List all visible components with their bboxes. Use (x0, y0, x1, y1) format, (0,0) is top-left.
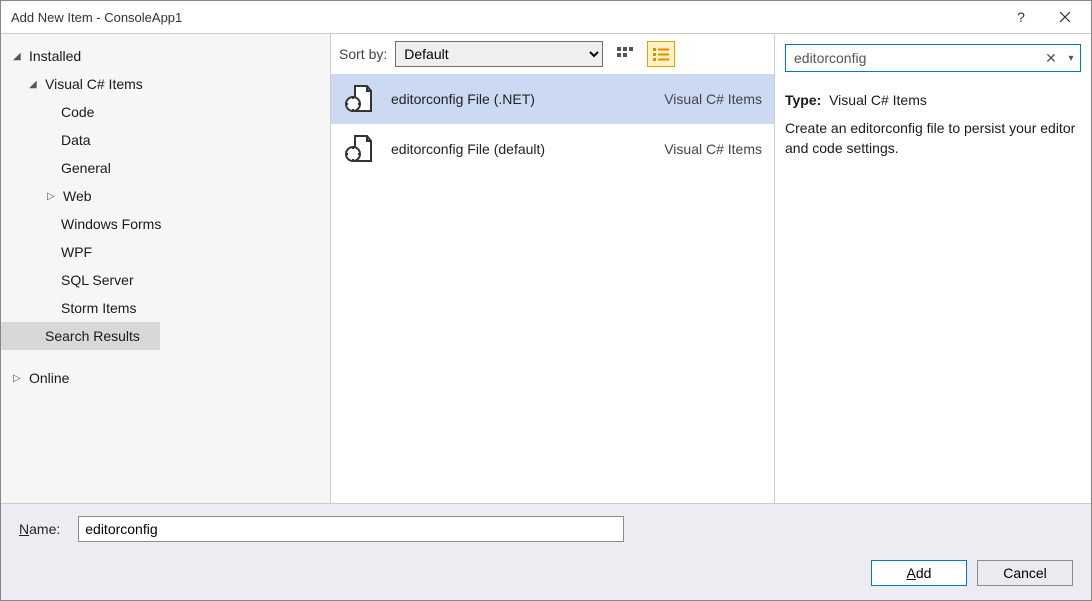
tree-item-label: Code (61, 104, 94, 120)
help-button[interactable]: ? (999, 1, 1043, 33)
tree-item-label: WPF (61, 244, 92, 260)
template-toolbar: Sort by: Default (331, 34, 774, 74)
details-icon (652, 46, 670, 62)
tree-csharp-label: Visual C# Items (45, 76, 143, 92)
add-button[interactable]: Add (871, 560, 967, 586)
clear-search-button[interactable]: ✕ (1040, 50, 1062, 67)
template-group: Visual C# Items (664, 141, 762, 157)
template-name: editorconfig File (default) (391, 141, 650, 157)
cancel-button[interactable]: Cancel (977, 560, 1073, 586)
type-value: Visual C# Items (829, 92, 927, 108)
template-group: Visual C# Items (664, 91, 762, 107)
tree-installed-label: Installed (29, 48, 81, 64)
search-input[interactable] (786, 50, 1040, 66)
tree-item-storm[interactable]: Storm Items (1, 294, 330, 322)
tree-item-sqlserver[interactable]: SQL Server (1, 266, 330, 294)
tree-item-label: General (61, 160, 111, 176)
tree-csharp-items[interactable]: ◢ Visual C# Items (1, 70, 330, 98)
close-icon (1059, 11, 1071, 23)
chevron-down-icon: ◢ (29, 79, 41, 90)
tree-item-web[interactable]: ▷ Web (1, 182, 330, 210)
tree-installed[interactable]: ◢ Installed (1, 42, 330, 70)
editorconfig-file-icon (343, 82, 377, 116)
titlebar: Add New Item - ConsoleApp1 ? (1, 1, 1091, 33)
view-small-icons-button[interactable] (611, 41, 639, 67)
chevron-right-icon: ▷ (47, 191, 59, 202)
name-label: Name: (19, 521, 60, 537)
window-title: Add New Item - ConsoleApp1 (11, 10, 999, 25)
template-item[interactable]: editorconfig File (.NET) Visual C# Items (331, 74, 774, 124)
description-text: Create an editorconfig file to persist y… (785, 118, 1081, 159)
tree-item-label: Data (61, 132, 91, 148)
editorconfig-file-icon (343, 132, 377, 166)
tree-search-results[interactable]: Search Results (1, 322, 160, 350)
tree-item-label: Windows Forms (61, 216, 161, 232)
search-box[interactable]: ✕ ▾ (785, 44, 1081, 72)
tree-item-wpf[interactable]: WPF (1, 238, 330, 266)
details-panel: ✕ ▾ Type: Visual C# Items Create an edit… (775, 34, 1091, 503)
tree-item-code[interactable]: Code (1, 98, 330, 126)
tree-item-general[interactable]: General (1, 154, 330, 182)
dialog-content: ◢ Installed ◢ Visual C# Items Code Data … (1, 33, 1091, 503)
chevron-down-icon: ◢ (13, 51, 25, 62)
type-row: Type: Visual C# Items (785, 92, 1081, 108)
search-dropdown-button[interactable]: ▾ (1062, 53, 1080, 64)
sort-by-label: Sort by: (339, 46, 387, 62)
name-input[interactable] (78, 516, 624, 542)
sort-by-select[interactable]: Default (395, 41, 603, 67)
tree-search-results-label: Search Results (45, 328, 140, 344)
template-panel: Sort by: Default (331, 34, 775, 503)
tree-item-label: SQL Server (61, 272, 134, 288)
type-label: Type: (785, 92, 821, 108)
small-icons-icon (616, 46, 634, 62)
category-tree[interactable]: ◢ Installed ◢ Visual C# Items Code Data … (1, 34, 331, 503)
button-row: Add Cancel (19, 560, 1073, 586)
view-details-button[interactable] (647, 41, 675, 67)
chevron-right-icon: ▷ (13, 373, 25, 384)
dialog-window: Add New Item - ConsoleApp1 ? ◢ Installed… (0, 0, 1092, 601)
tree-item-data[interactable]: Data (1, 126, 330, 154)
tree-item-label: Storm Items (61, 300, 136, 316)
name-row: Name: (19, 516, 1073, 542)
template-item[interactable]: editorconfig File (default) Visual C# It… (331, 124, 774, 174)
template-list[interactable]: editorconfig File (.NET) Visual C# Items… (331, 74, 774, 503)
tree-online-label: Online (29, 370, 69, 386)
tree-online[interactable]: ▷ Online (1, 364, 330, 392)
tree-item-winforms[interactable]: Windows Forms (1, 210, 330, 238)
dialog-footer: Name: Add Cancel (1, 503, 1091, 600)
tree-item-label: Web (63, 188, 92, 204)
close-button[interactable] (1043, 1, 1087, 33)
template-name: editorconfig File (.NET) (391, 91, 650, 107)
